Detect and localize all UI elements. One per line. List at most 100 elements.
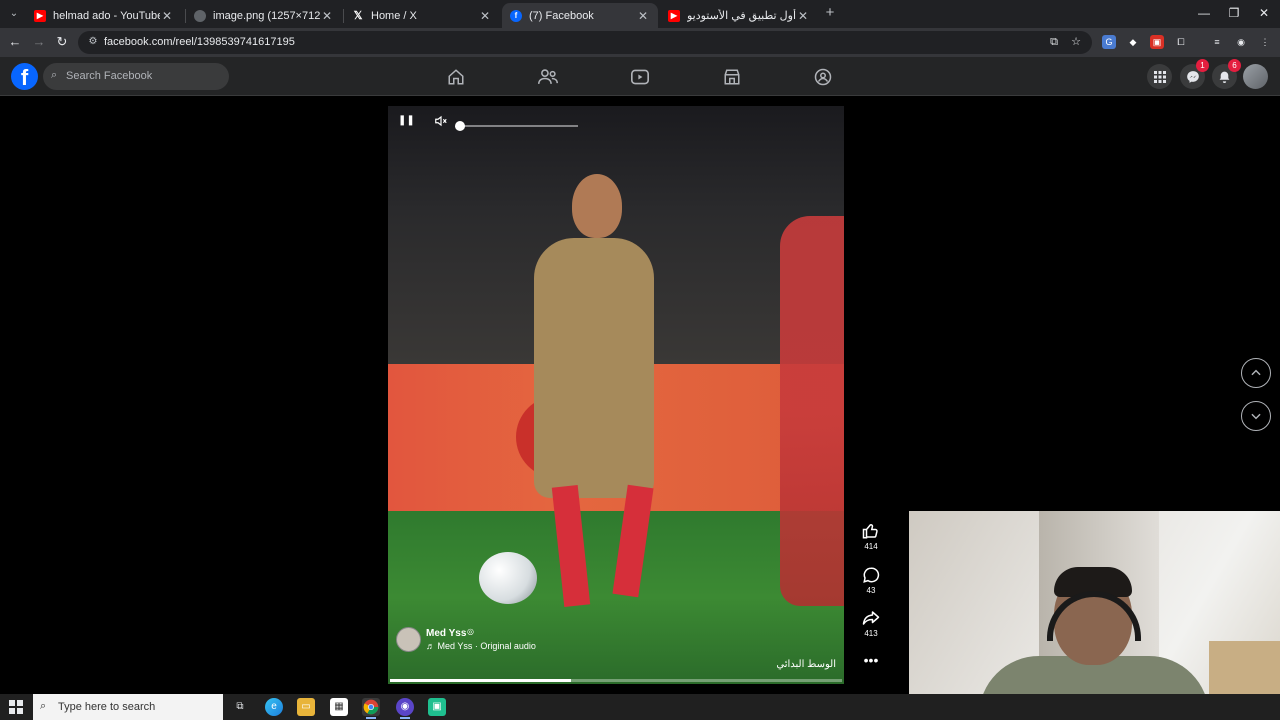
reading-list-icon[interactable]: ≡ [1210, 35, 1224, 49]
search-icon: ⌕ [51, 69, 58, 81]
chrome-icon[interactable] [362, 698, 380, 716]
app-icon[interactable]: ▣ [428, 698, 446, 716]
forward-arrow-icon[interactable]: → [31, 34, 47, 50]
tab-facebook[interactable]: f (7) Facebook ✕ [502, 3, 658, 28]
translate-extension-icon[interactable]: G [1102, 35, 1116, 49]
youtube-icon: ▶ [34, 9, 46, 22]
obs-recording-icon[interactable]: ◉ [396, 698, 414, 716]
tab-title: (7) Facebook [529, 9, 594, 22]
tab-title: أول تطبيق في الأستوديو بعد تعاد [687, 10, 796, 22]
original-audio-link[interactable]: ♬ Med Yss · Original audio [426, 641, 536, 651]
reload-icon[interactable]: ↻ [54, 34, 70, 50]
reel-caption: الوسط البدائي [776, 659, 836, 670]
author-avatar[interactable] [396, 627, 421, 652]
browser-toolbar: ← → ↻ ⚙ facebook.com/reel/13985397416171… [0, 28, 1280, 57]
taskbar-search-placeholder: Type here to search [58, 701, 156, 713]
volume-slider[interactable] [460, 125, 578, 127]
tab-title: Home / X [371, 9, 417, 22]
tab-youtube-2[interactable]: ▶ أول تطبيق في الأستوديو بعد تعاد ✕ [660, 3, 818, 28]
home-icon[interactable] [445, 66, 467, 88]
share-action[interactable]: 413 [859, 609, 883, 638]
player-head [572, 174, 622, 238]
close-tab-icon[interactable]: ✕ [160, 9, 174, 23]
opponent-player [780, 216, 844, 606]
tab-search-icon[interactable]: ⌄ [6, 6, 22, 22]
close-tab-icon[interactable]: ✕ [478, 9, 492, 23]
mute-speaker-icon[interactable] [433, 114, 449, 128]
next-reel-button[interactable] [1241, 401, 1271, 431]
comment-action[interactable]: 43 [859, 566, 883, 595]
facebook-header: f ⌕ Search Facebook 1 6 [0, 57, 1280, 96]
x-icon: 𝕏 [353, 10, 363, 22]
youtube-icon: ▶ [668, 9, 680, 22]
webcam-overlay [909, 511, 1280, 720]
site-settings-icon[interactable]: ⚙ [86, 35, 100, 49]
close-tab-icon[interactable]: ✕ [636, 9, 650, 23]
like-count: 414 [864, 542, 878, 551]
obs-active-indicator [400, 717, 410, 719]
close-tab-icon[interactable]: ✕ [320, 9, 334, 23]
red-extension-icon[interactable]: ▣ [1150, 35, 1164, 49]
tab-image[interactable]: image.png (1257×712) ✕ [186, 3, 342, 28]
share-count: 413 [864, 629, 878, 638]
extensions-puzzle-icon[interactable]: ⧠ [1174, 35, 1188, 49]
chevron-down-icon [1251, 413, 1261, 420]
task-view-icon[interactable]: ⧉ [231, 698, 249, 716]
address-bar[interactable]: ⚙ facebook.com/reel/1398539741617195 ⧉ ☆ [78, 31, 1092, 54]
thumbs-up-icon[interactable] [859, 522, 883, 540]
menu-grid-icon[interactable] [1147, 64, 1172, 89]
taskbar-search[interactable]: ⌕ Type here to search [33, 694, 223, 720]
messenger-icon[interactable]: 1 [1180, 59, 1209, 89]
football [479, 552, 537, 604]
video-icon[interactable] [629, 66, 651, 88]
facebook-icon: f [510, 9, 522, 22]
windows-taskbar: ⌕ Type here to search ⧉ e ▭ ▦ ◉ ▣ [0, 694, 1280, 720]
video-progress-fill [390, 679, 571, 682]
diamond-extension-icon[interactable]: ◆ [1126, 35, 1140, 49]
notifications-bell-icon[interactable]: 6 [1212, 59, 1241, 89]
author-name[interactable]: Med Yss [426, 628, 466, 639]
minimize-icon[interactable]: — [1196, 5, 1212, 21]
new-tab-button[interactable]: + [822, 5, 838, 21]
video-progress-bar[interactable] [390, 679, 842, 682]
back-arrow-icon[interactable]: ← [7, 34, 23, 50]
url-text[interactable]: facebook.com/reel/1398539741617195 [104, 36, 295, 48]
facebook-logo-icon[interactable]: f [11, 63, 38, 90]
friends-icon[interactable] [537, 66, 559, 88]
bookmark-star-icon[interactable]: ☆ [1069, 35, 1083, 49]
close-window-icon[interactable]: ✕ [1256, 5, 1272, 21]
like-action[interactable]: 414 [859, 522, 883, 551]
notifications-badge: 6 [1228, 59, 1241, 72]
reel-video[interactable]: m [388, 106, 844, 684]
account-avatar[interactable] [1243, 64, 1268, 89]
search-placeholder: Search Facebook [66, 70, 153, 82]
comment-count: 43 [866, 586, 876, 595]
volume-slider-handle[interactable] [455, 121, 465, 131]
file-explorer-icon[interactable]: ▭ [297, 698, 315, 716]
groups-icon[interactable] [812, 66, 834, 88]
edge-browser-icon[interactable]: e [265, 698, 283, 716]
windows-start-icon[interactable] [9, 700, 23, 714]
previous-reel-button[interactable] [1241, 358, 1271, 388]
pause-icon[interactable]: ❚❚ [398, 114, 415, 128]
comment-bubble-icon[interactable] [859, 566, 883, 584]
chrome-active-indicator [366, 717, 376, 719]
search-icon: ⌕ [40, 700, 47, 712]
microsoft-store-icon[interactable]: ▦ [330, 698, 348, 716]
profile-icon[interactable]: ◉ [1234, 35, 1248, 49]
close-tab-icon[interactable]: ✕ [796, 9, 810, 23]
restore-icon[interactable]: ❐ [1226, 5, 1242, 21]
menu-kebab-icon[interactable]: ⋮ [1258, 35, 1272, 49]
tab-x[interactable]: 𝕏 Home / X ✕ [344, 3, 500, 28]
player-figure [534, 238, 654, 498]
tab-youtube[interactable]: ▶ helmad ado - YouTube ✕ [26, 3, 182, 28]
share-arrow-icon[interactable] [859, 609, 883, 627]
globe-icon [194, 9, 206, 22]
more-options-icon[interactable]: ••• [859, 653, 883, 667]
facebook-search[interactable]: ⌕ Search Facebook [43, 63, 229, 90]
chevron-up-icon [1251, 369, 1261, 376]
screen: ⌄ ▶ helmad ado - YouTube ✕ image.png (12… [0, 0, 1280, 720]
follow-globe-icon: ◎ [467, 627, 474, 636]
marketplace-icon[interactable] [721, 66, 743, 88]
install-app-icon[interactable]: ⧉ [1047, 35, 1061, 49]
